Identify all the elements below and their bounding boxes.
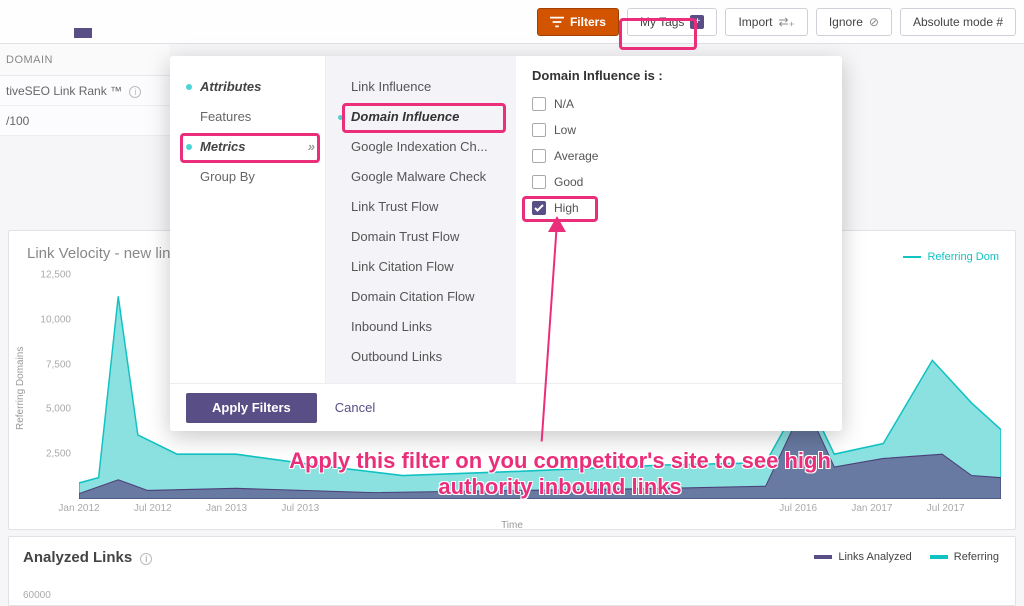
category-features[interactable]: Features	[186, 102, 325, 132]
y-axis-label: Referring Domains	[15, 277, 26, 499]
annotation-arrow-head	[548, 216, 566, 232]
info-icon[interactable]: i	[140, 553, 152, 565]
absolute-mode-button[interactable]: Absolute mode #	[900, 8, 1016, 36]
ignore-icon: ⊘	[869, 15, 879, 29]
import-icon: ⇄₊	[778, 15, 794, 29]
my-tags-label: My Tags	[640, 15, 684, 29]
x-axis-label: Time	[501, 520, 523, 531]
link-velocity-title: Link Velocity - new lin	[27, 245, 170, 263]
y-ticks: 12,50010,0007,5005,0002,500	[37, 275, 71, 499]
swatch-purple	[814, 555, 832, 559]
filters-button-label: Filters	[570, 15, 606, 29]
chevron-right-icon: »	[308, 132, 315, 162]
filter-option[interactable]: Good	[532, 169, 826, 195]
checkbox-icon[interactable]	[532, 175, 546, 189]
my-tags-button[interactable]: My Tags +	[627, 8, 717, 36]
options-title: Domain Influence is :	[532, 68, 826, 83]
top-toolbar: Filters My Tags + Import ⇄₊ Ignore ⊘ Abs…	[0, 0, 1024, 44]
progress-segment	[74, 28, 92, 38]
import-label: Import	[738, 15, 772, 29]
metric-list-column: Link InfluenceDomain InfluenceGoogle Ind…	[326, 56, 516, 383]
plus-icon: +	[690, 15, 704, 29]
metric-item[interactable]: Google Indexation Ch...	[338, 132, 516, 162]
category-metrics[interactable]: Metrics»	[186, 132, 325, 162]
metric-item[interactable]: Google Malware Check	[338, 162, 516, 192]
filter-option-label: High	[554, 201, 579, 215]
swatch-teal	[930, 555, 948, 559]
filters-button[interactable]: Filters	[537, 8, 619, 36]
summary-row: tiveSEO Link Rank ™ i	[0, 76, 170, 106]
info-icon[interactable]: i	[129, 86, 141, 98]
modal-footer: Apply Filters Cancel	[170, 383, 842, 431]
category-group-by[interactable]: Group By	[186, 162, 325, 192]
checkbox-icon[interactable]	[532, 201, 546, 215]
import-button[interactable]: Import ⇄₊	[725, 8, 807, 36]
checkbox-icon[interactable]	[532, 97, 546, 111]
filter-option[interactable]: Low	[532, 117, 826, 143]
metric-item[interactable]: Link Trust Flow	[338, 192, 516, 222]
x-ticks: Jan 2012Jul 2012Jan 2013Jul 2013Jul 2016…	[79, 503, 1001, 519]
analyzed-links-card: Analyzed Links i Links Analyzed Referrin…	[8, 536, 1016, 606]
metric-item[interactable]: Outbound Links	[338, 342, 516, 372]
filter-option[interactable]: High	[532, 195, 826, 221]
annotation-callout: Apply this filter on you competitor's si…	[288, 448, 832, 501]
ignore-label: Ignore	[829, 15, 863, 29]
apply-filters-button[interactable]: Apply Filters	[186, 393, 317, 423]
category-attributes[interactable]: Attributes	[186, 72, 325, 102]
analyzed-first-tick: 60000	[23, 590, 51, 601]
metric-item[interactable]: Domain Trust Flow	[338, 222, 516, 252]
filter-option[interactable]: Average	[532, 143, 826, 169]
filter-modal: Attributes Features Metrics» Group By Li…	[170, 56, 842, 431]
filter-category-column: Attributes Features Metrics» Group By	[170, 56, 326, 383]
ignore-button[interactable]: Ignore ⊘	[816, 8, 892, 36]
metric-item[interactable]: Inbound Links	[338, 312, 516, 342]
filter-option-label: N/A	[554, 97, 574, 111]
metric-item[interactable]: Domain Citation Flow	[338, 282, 516, 312]
summary-row-label: tiveSEO Link Rank ™	[6, 84, 122, 98]
summary-heading: DOMAIN	[0, 44, 170, 76]
filter-option-label: Good	[554, 175, 583, 189]
filters-icon	[550, 16, 564, 28]
left-summary-panel: DOMAIN tiveSEO Link Rank ™ i /100	[0, 44, 170, 136]
metric-item[interactable]: Domain Influence	[338, 102, 516, 132]
checkbox-icon[interactable]	[532, 149, 546, 163]
filter-option-label: Average	[554, 149, 598, 163]
summary-value: /100	[0, 106, 170, 136]
absolute-label: Absolute mode #	[913, 15, 1003, 29]
metric-item[interactable]: Link Citation Flow	[338, 252, 516, 282]
analyzed-legend: Links Analyzed Referring	[814, 551, 999, 563]
chart-legend: Referring Dom	[903, 251, 999, 263]
metric-item[interactable]: Link Influence	[338, 72, 516, 102]
checkbox-icon[interactable]	[532, 123, 546, 137]
cancel-button[interactable]: Cancel	[335, 400, 375, 415]
filter-option[interactable]: N/A	[532, 91, 826, 117]
filter-option-label: Low	[554, 123, 576, 137]
